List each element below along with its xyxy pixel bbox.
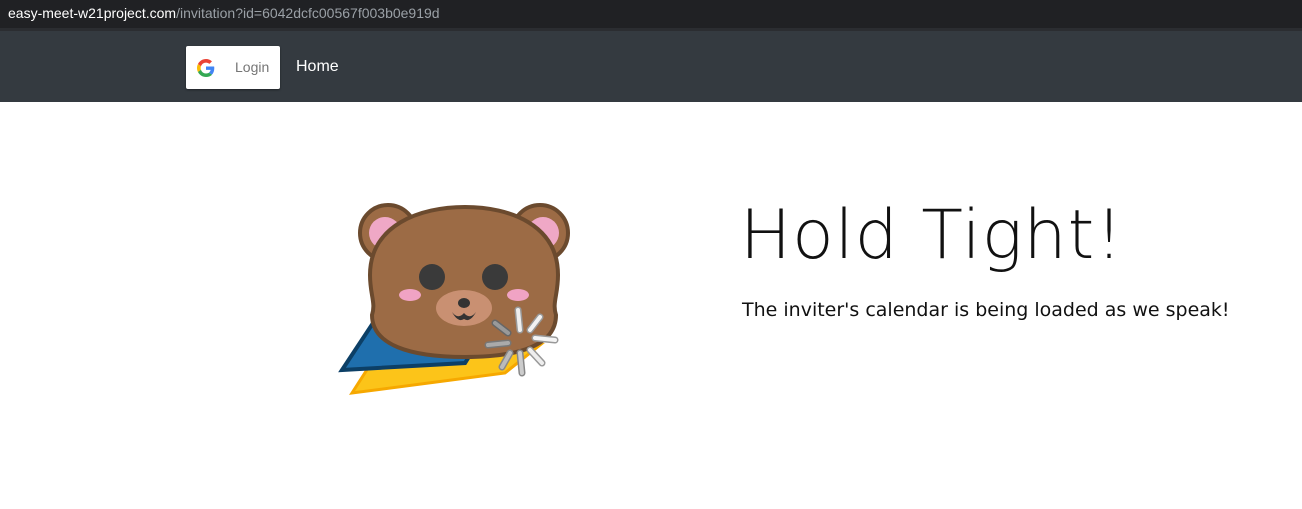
bear-nose [458,298,470,308]
url-host: easy-meet-w21project.com [8,5,177,21]
loading-message: The inviter's calendar is being loaded a… [742,299,1230,321]
address-bar[interactable]: easy-meet-w21project.com/invitation?id=6… [0,0,1302,28]
google-login-button[interactable]: Login [186,46,280,89]
bear-eye-right [482,264,508,290]
page-title: Hold Tight! [740,196,1124,275]
bear-cheek-left [399,289,421,301]
navbar: Login Home [0,31,1302,102]
login-label: Login [235,59,270,75]
nav-home-link[interactable]: Home [296,58,339,76]
bear-head [367,204,561,360]
bear-cheek-right [507,289,529,301]
google-icon [197,59,215,77]
bear-eye-left [419,264,445,290]
url-path: /invitation?id=6042dcfc00567f003b0e919d [176,5,440,21]
bear-loading-illustration [338,203,570,395]
